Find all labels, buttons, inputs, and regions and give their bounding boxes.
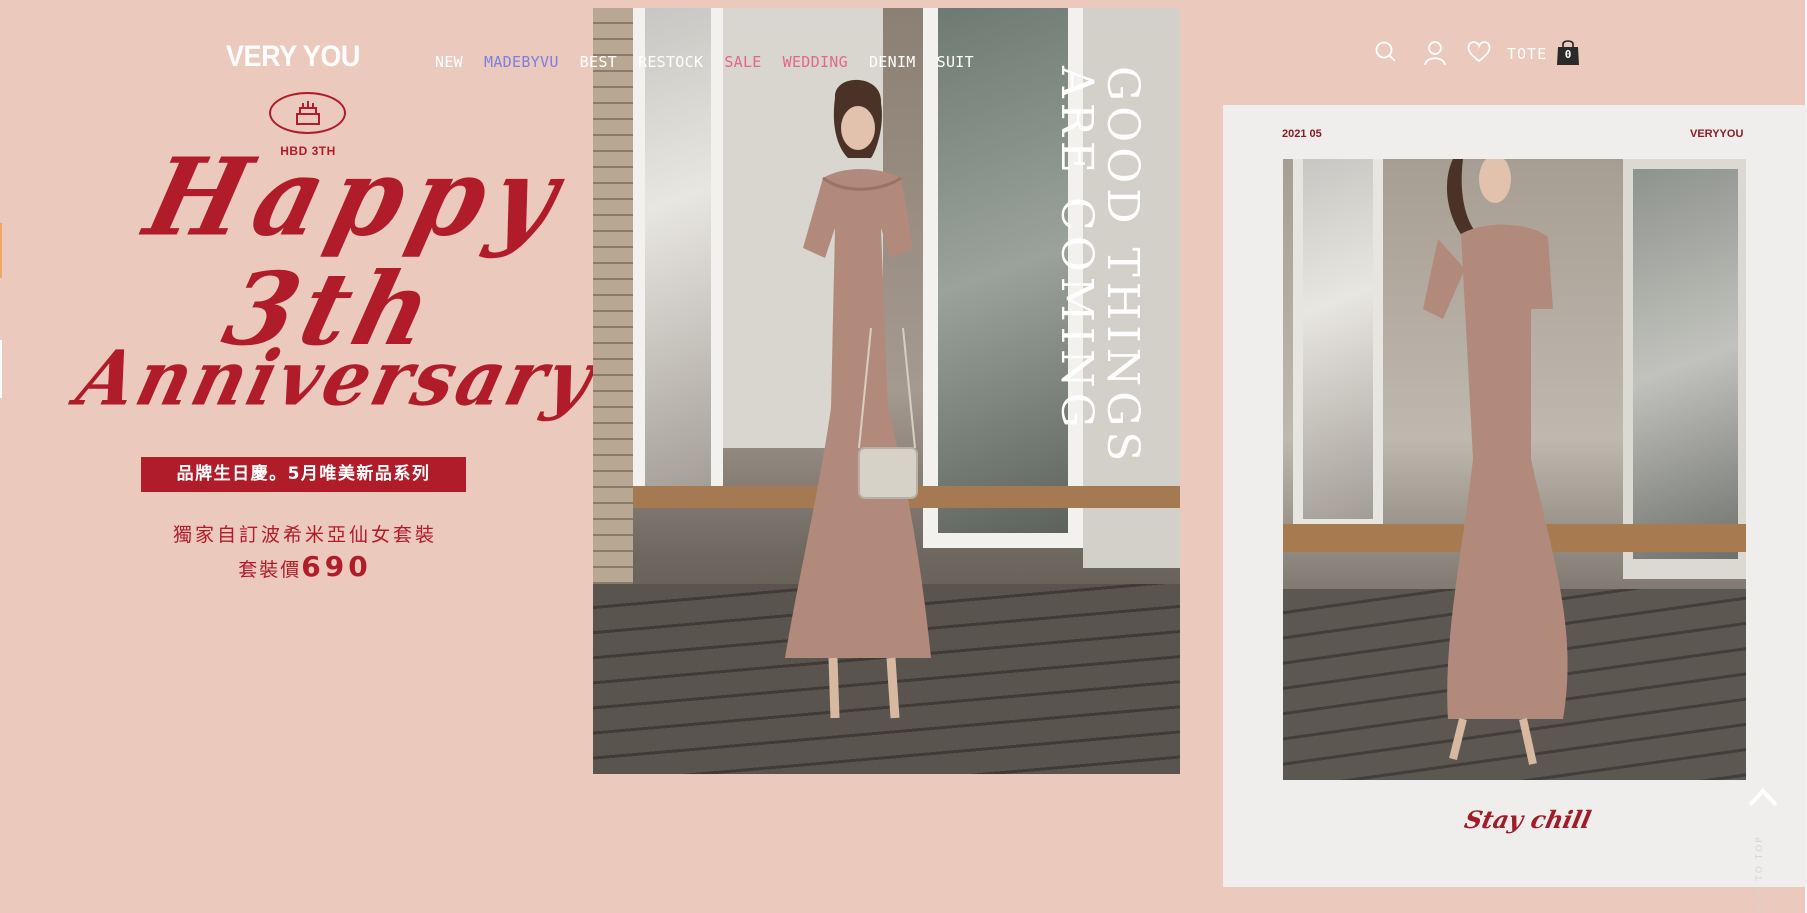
nav-item-best[interactable]: BEST [580, 53, 617, 71]
stay-chill-caption: Stay chill [1461, 805, 1594, 834]
model-figure [1423, 159, 1568, 765]
main-nav: NEW MADEBYVU BEST RESTOCK SALE WEDDING D… [435, 53, 995, 71]
card-date: 2021 05 [1282, 128, 1322, 140]
price-value: 690 [301, 550, 372, 583]
birthday-cake-icon [269, 92, 346, 134]
cart-count-badge: 0 [1564, 48, 1572, 61]
card-photo[interactable] [1283, 159, 1746, 780]
edge-tab-orange [0, 223, 2, 278]
back-to-top-label[interactable]: BACK TO TOP [1755, 835, 1765, 913]
hero-photo[interactable]: GOOD THINGS ARE COMING [593, 8, 1180, 774]
user-icon[interactable] [1423, 40, 1447, 70]
hero-vertical-line2: ARE COMING [1051, 66, 1102, 433]
promo-subtitle: 獨家自訂波希米亞仙女套裝 [172, 524, 437, 546]
edge-tab-white [0, 340, 2, 398]
nav-item-sale[interactable]: SALE [724, 53, 761, 71]
nav-item-wedding[interactable]: WEDDING [783, 53, 848, 71]
card-brand: VERYYOU [1690, 128, 1744, 140]
hero-vertical-line1: GOOD THINGS [1097, 66, 1148, 467]
nav-item-restock[interactable]: RESTOCK [638, 53, 703, 71]
window-glass [645, 8, 711, 493]
hero-vertical-text: GOOD THINGS ARE COMING [1051, 66, 1148, 467]
brand-logo[interactable]: VERY YOU [226, 40, 360, 74]
window-glass [1303, 159, 1373, 519]
script-happy: Happy [134, 135, 581, 261]
price-label: 套裝價 [238, 559, 302, 581]
shopping-bag-icon[interactable]: 0 [1555, 38, 1581, 66]
nav-item-new[interactable]: NEW [435, 53, 463, 71]
nav-item-denim[interactable]: DENIM [869, 53, 916, 71]
search-icon[interactable] [1374, 40, 1398, 68]
script-anniversary: Anniversary [68, 332, 605, 423]
tote-label[interactable]: TOTE [1507, 45, 1547, 63]
back-to-top-button[interactable] [1747, 785, 1779, 809]
window-glass [1633, 169, 1738, 559]
heart-icon[interactable] [1466, 40, 1492, 68]
promo-banner[interactable]: 品牌生日慶。5月唯美新品系列 [141, 457, 466, 492]
nav-item-madebyvu[interactable]: MADEBYVU [484, 53, 559, 71]
promo-price: 套裝價690 [150, 550, 460, 583]
model-figure [763, 78, 963, 758]
nav-item-suit[interactable]: SUIT [937, 53, 974, 71]
